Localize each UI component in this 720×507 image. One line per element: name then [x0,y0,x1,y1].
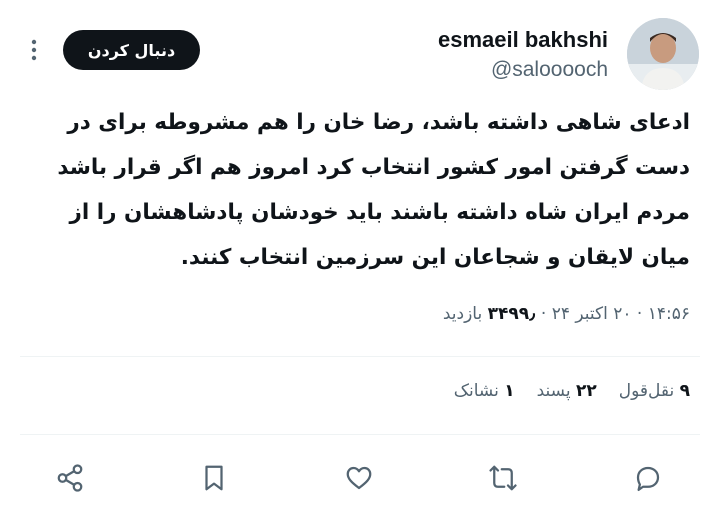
avatar[interactable] [627,18,699,90]
user-handle[interactable]: @salooooch [491,58,608,82]
bookmarks-stat[interactable]: ۱ نشانک [454,381,515,401]
reply-icon[interactable] [628,458,668,498]
meta-separator: · [636,304,643,324]
quotes-stat[interactable]: ۹ نقل‌قول [619,381,690,401]
meta-separator: · [540,304,547,324]
bookmarks-count: ۱ [504,381,515,401]
retweet-icon[interactable] [483,458,523,498]
divider [20,356,700,357]
view-label: بازدید [442,304,483,324]
tweet-meta: ۱۴:۵۶ · ۲۰ اکتبر ۲۴ · ۳۴۹۹٫ بازدید [443,304,690,324]
likes-stat[interactable]: ۲۲ پسند [537,381,597,401]
tweet-actions-bar [0,458,720,502]
bookmark-icon[interactable] [194,458,234,498]
view-count: ۳۴۹۹٫ [487,304,536,324]
tweet-stats: ۹ نقل‌قول ۲۲ پسند ۱ نشانک [454,381,690,401]
follow-button[interactable]: دنبال کردن [63,30,200,70]
bookmarks-label: نشانک [453,381,499,401]
quotes-label: نقل‌قول [618,381,675,401]
share-icon[interactable] [50,458,90,498]
likes-label: پسند [536,381,571,401]
avatar-photo [627,18,699,90]
more-options-icon[interactable] [24,36,44,64]
tweet-date[interactable]: ۲۰ اکتبر ۲۴ [552,304,632,324]
tweet-time[interactable]: ۱۴:۵۶ [648,304,690,324]
like-icon[interactable] [339,458,379,498]
user-display-name[interactable]: esmaeil bakhshi [438,27,608,53]
quotes-count: ۹ [679,381,690,401]
divider [20,434,700,435]
tweet-text: ادعای شاهی داشته باشد، رضا خان را هم مشر… [57,110,690,270]
likes-count: ۲۲ [575,381,597,401]
